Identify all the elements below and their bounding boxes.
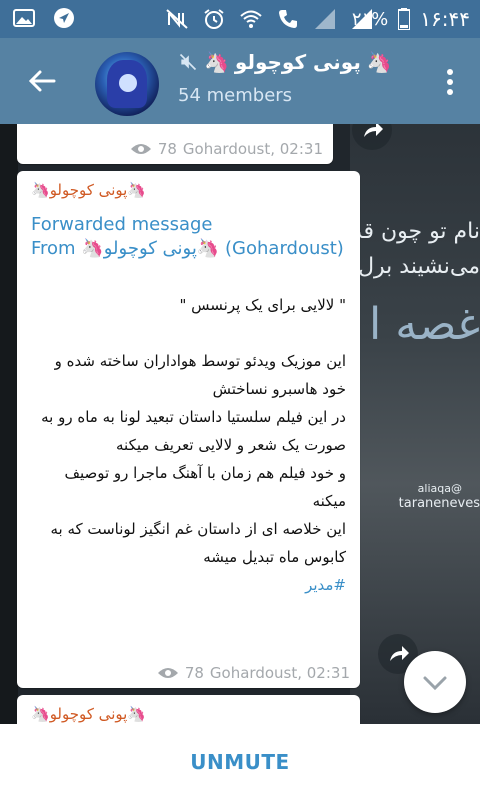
sender-name[interactable]: 🦄پونی کوچولو🦄 — [31, 705, 146, 723]
clock: ١۶:۴۴ — [420, 7, 470, 31]
back-arrow-icon[interactable] — [26, 65, 58, 97]
views-count: 78 — [184, 664, 204, 682]
image-icon — [13, 9, 35, 27]
background-strip — [0, 124, 18, 724]
share-arrow-icon — [364, 124, 383, 137]
unmute-button[interactable]: UNMUTE — [190, 750, 289, 774]
pony-emoji-icon: 🦄 — [204, 50, 229, 74]
background-text: می‌نشیند برل — [358, 254, 480, 279]
battery-percent: ٢١% — [351, 8, 389, 30]
views-eye-icon — [130, 144, 151, 154]
message-meta: 78 Gohardoust, 02:31 — [130, 140, 323, 158]
author-time: Gohardoust, 02:31 — [182, 140, 323, 158]
background-text: @aliaqa — [417, 482, 462, 495]
navigation-icon — [54, 8, 74, 28]
battery-icon — [398, 8, 411, 30]
alarm-icon — [204, 9, 224, 29]
sender-name[interactable]: 🦄پونی کوچولو🦄 — [31, 181, 146, 199]
background-text: غصه ا — [369, 299, 480, 350]
status-bar: ٢١% ١۶:۴۴ — [0, 0, 480, 38]
message-bubble[interactable]: 🦄پونی کوچولو🦄 Forwarded message From 🦄پو… — [17, 171, 360, 688]
chat-header: 🦄 پونی کوچولو 🦄 54 members — [0, 38, 480, 124]
message-bubble[interactable]: 78 Gohardoust, 02:31 — [17, 124, 333, 164]
forwarded-label: Forwarded message — [31, 214, 213, 235]
message-meta: 78 Gohardoust, 02:31 — [157, 664, 350, 682]
chat-area[interactable]: نام تو چون قد می‌نشیند برل غصه ا @aliaqa… — [0, 124, 480, 724]
scroll-down-button[interactable] — [404, 651, 466, 713]
signal-icon — [315, 9, 335, 29]
views-eye-icon — [157, 668, 178, 678]
forwarded-header[interactable]: Forwarded message From 🦄پونی کوچولو🦄 (Go… — [31, 213, 344, 261]
forwarded-from: From 🦄پونی کوچولو🦄 (Gohardoust) — [31, 238, 344, 259]
hashtag-link[interactable]: #مدیر — [31, 571, 346, 599]
members-count: 54 members — [178, 85, 293, 106]
channel-title-row[interactable]: 🦄 پونی کوچولو 🦄 — [178, 50, 392, 74]
phone-icon — [279, 10, 297, 28]
author-time: Gohardoust, 02:31 — [209, 664, 350, 682]
chevron-down-icon — [423, 676, 447, 691]
nfc-icon — [166, 9, 188, 29]
channel-title: پونی کوچولو — [234, 50, 361, 74]
bottom-bar: UNMUTE — [0, 724, 480, 800]
wifi-icon — [240, 10, 262, 28]
background-text: نام تو چون قد — [351, 219, 480, 244]
muted-speaker-icon — [179, 53, 197, 71]
share-button[interactable] — [352, 124, 392, 150]
pony-emoji-icon: 🦄 — [366, 50, 392, 74]
overflow-menu-icon[interactable] — [446, 68, 454, 96]
views-count: 78 — [157, 140, 177, 158]
channel-avatar[interactable] — [95, 52, 159, 116]
message-bubble[interactable]: 🦄پونی کوچولو🦄 — [17, 695, 360, 724]
message-text: " لالایی برای یک پرنسس " این موزیک ویدئو… — [31, 263, 346, 627]
background-text: taraneneves — [398, 496, 480, 511]
